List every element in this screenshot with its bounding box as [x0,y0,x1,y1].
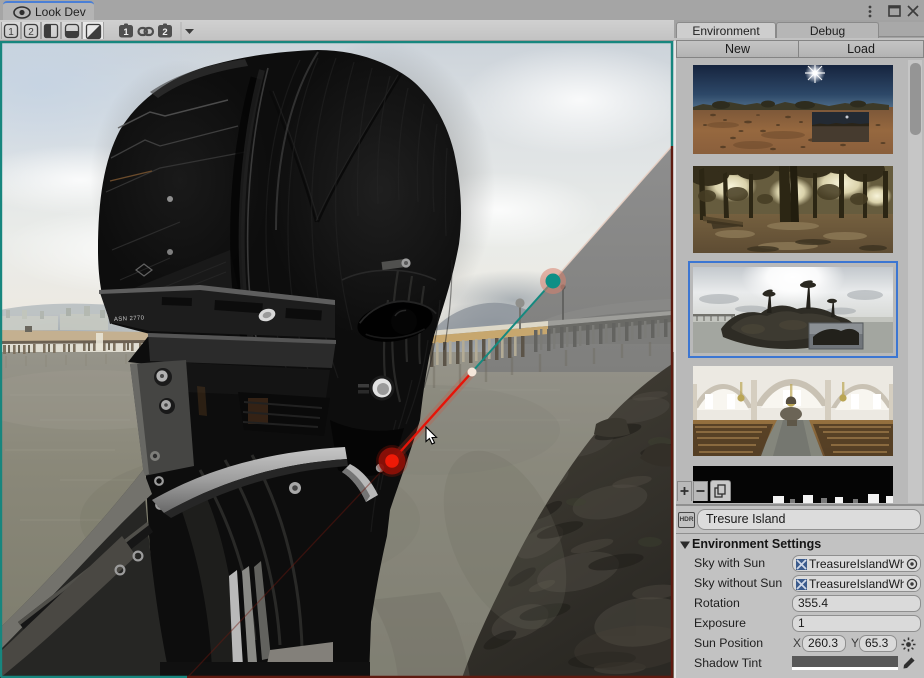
svg-text:2: 2 [162,27,167,38]
svg-text:1: 1 [123,27,129,38]
svg-text:1: 1 [8,27,14,38]
svg-text:2: 2 [28,27,34,38]
